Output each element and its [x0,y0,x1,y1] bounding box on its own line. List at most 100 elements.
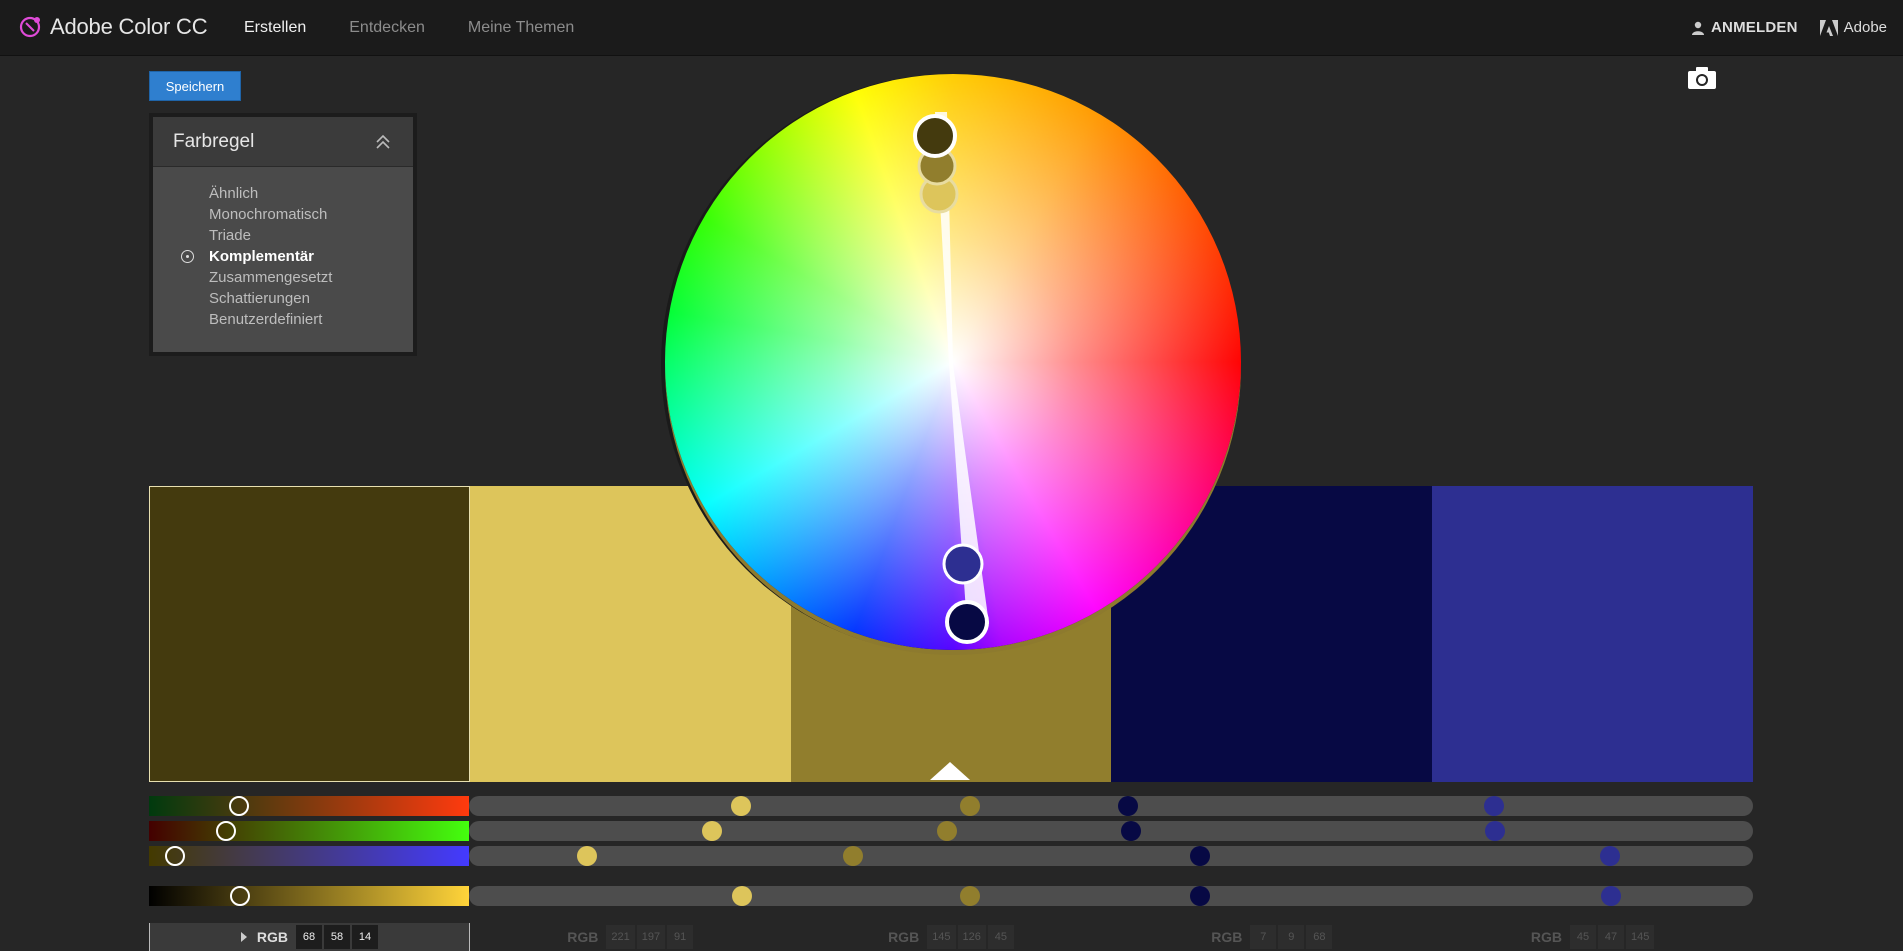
rgb-cell-4: RGB 7 9 68 [1111,923,1432,951]
camera-icon[interactable] [1687,66,1717,90]
save-button[interactable]: Speichern [149,71,241,101]
rule-item-shades[interactable]: Schattierungen [153,288,413,309]
rgb-g-value[interactable]: 47 [1597,925,1624,949]
red-knob-swatch-3[interactable] [960,796,980,816]
swatch-1[interactable] [149,486,470,782]
main-nav: Erstellen Entdecken Meine Themen [244,19,574,37]
rgb-g-value[interactable]: 9 [1278,925,1305,949]
rgb-b-value[interactable]: 145 [1625,925,1655,949]
rgb-b-value[interactable]: 14 [351,925,378,949]
radio-selected-icon [181,250,194,263]
green-knob-swatch-2[interactable] [702,821,722,841]
brightness-slider-track[interactable] [149,886,469,906]
swatch-5[interactable] [1432,486,1753,782]
mode-label: RGB [1211,929,1243,945]
red-knob-swatch-4[interactable] [1118,796,1138,816]
rule-item-label: Triade [209,227,251,244]
adobe-logo-icon [1819,19,1838,36]
slider-track-row-1 [469,796,1753,816]
mode-label: RGB [567,929,599,945]
color-rule-header[interactable]: Farbregel [153,117,413,167]
slider-track-row-2 [469,821,1753,841]
brightness-knob-swatch-2[interactable] [732,886,752,906]
rgb-g-value[interactable]: 197 [636,925,666,949]
green-slider-knob[interactable] [216,821,236,841]
rule-item-label: Ähnlich [209,185,259,202]
red-knob-swatch-5[interactable] [1484,796,1504,816]
signin-link[interactable]: ANMELDEN [1691,19,1798,36]
rgb-values-row: RGB 68 58 14 RGB 221 197 91 RGB 145 126 … [149,923,1753,951]
account-nav: ANMELDEN Adobe [1691,19,1887,36]
rgb-b-value[interactable]: 91 [667,925,694,949]
rule-item-label: Zusammengesetzt [209,269,333,286]
slider-track-row-4 [469,886,1753,906]
nav-create[interactable]: Erstellen [244,19,306,37]
rgb-g-value[interactable]: 126 [957,925,986,949]
rgb-r-value[interactable]: 45 [1569,925,1596,949]
brightness-knob-swatch-5[interactable] [1601,886,1621,906]
chevron-double-up-icon[interactable] [375,134,391,150]
rule-item-complementary[interactable]: Komplementär [153,246,413,267]
adobe-label: Adobe [1843,19,1887,36]
rgb-cell-2: RGB 221 197 91 [470,923,791,951]
user-icon [1692,21,1705,35]
mode-label: RGB [888,929,920,945]
rule-item-label: Benutzerdefiniert [209,311,323,328]
rule-item-triad[interactable]: Triade [153,225,413,246]
red-knob-swatch-2[interactable] [731,796,751,816]
green-knob-swatch-5[interactable] [1485,821,1505,841]
rule-item-label: Komplementär [209,248,315,265]
rule-item-monochromatic[interactable]: Monochromatisch [153,204,413,225]
rule-item-custom[interactable]: Benutzerdefiniert [153,309,413,330]
wheel-handle-base[interactable] [913,114,957,158]
app-title: Adobe Color CC [50,14,208,39]
blue-slider-knob[interactable] [165,846,185,866]
color-rule-list: Ähnlich Monochromatisch Triade Komplemen… [153,167,413,352]
rgb-b-value[interactable]: 45 [987,925,1014,949]
color-sliders [149,796,1753,906]
rule-item-label: Monochromatisch [209,206,328,223]
wheel-handle-5[interactable] [942,543,984,585]
color-rule-title: Farbregel [173,130,255,152]
rule-item-analogous[interactable]: Ähnlich [153,183,413,204]
blue-knob-swatch-5[interactable] [1600,846,1620,866]
blue-slider-track[interactable] [149,846,469,866]
nav-my-themes[interactable]: Meine Themen [468,19,574,37]
rgb-r-value[interactable]: 68 [295,925,322,949]
rgb-r-value[interactable]: 7 [1250,925,1277,949]
green-knob-swatch-4[interactable] [1121,821,1141,841]
rgb-b-value[interactable]: 68 [1306,925,1333,949]
green-slider-track[interactable] [149,821,469,841]
rule-item-label: Schattierungen [209,290,310,307]
wheel-handle-4[interactable] [945,600,989,644]
adobe-color-logo-icon [19,16,41,38]
rule-item-compound[interactable]: Zusammengesetzt [153,267,413,288]
rgb-r-value[interactable]: 221 [606,925,635,949]
wheel-spoke-bottom [949,364,989,626]
slider-track-row-3 [469,846,1753,866]
mode-label: RGB [1530,929,1562,945]
brightness-knob-swatch-3[interactable] [960,886,980,906]
app-logo[interactable]: Adobe Color CC [18,14,208,40]
triangle-right-icon[interactable] [240,932,247,942]
adobe-link[interactable]: Adobe [1819,19,1887,36]
rgb-cell-3: RGB 145 126 45 [791,923,1112,951]
blue-knob-swatch-4[interactable] [1190,846,1210,866]
red-slider-track[interactable] [149,796,469,816]
rgb-cell-5: RGB 45 47 145 [1432,923,1753,951]
rgb-cell-1: RGB 68 58 14 [149,923,470,951]
base-color-marker [930,762,970,780]
green-knob-swatch-3[interactable] [937,821,957,841]
signin-label: ANMELDEN [1711,19,1798,36]
rgb-r-value[interactable]: 145 [927,925,956,949]
blue-knob-swatch-2[interactable] [577,846,597,866]
brightness-knob-swatch-4[interactable] [1190,886,1210,906]
mode-label[interactable]: RGB [257,929,288,945]
blue-knob-swatch-3[interactable] [843,846,863,866]
rgb-g-value[interactable]: 58 [323,925,350,949]
brightness-slider-knob[interactable] [230,886,250,906]
color-rule-panel: Farbregel Ähnlich Monochromatisch Triade… [149,113,417,356]
top-bar: Adobe Color CC Erstellen Entdecken Meine… [0,0,1903,56]
red-slider-knob[interactable] [229,796,249,816]
nav-explore[interactable]: Entdecken [349,19,425,37]
